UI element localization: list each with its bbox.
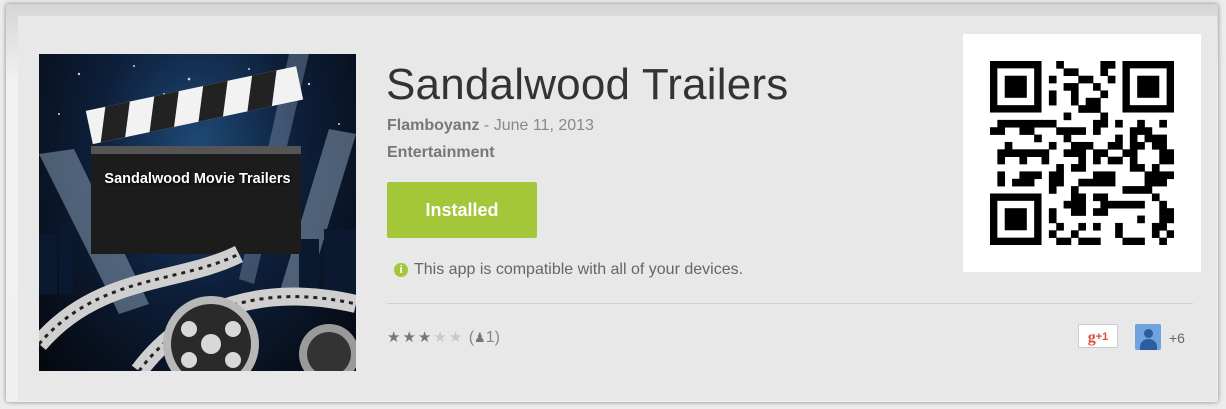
info-icon: i [394,263,408,277]
release-date: June 11, 2013 [493,117,594,134]
meta-separator: - [479,117,494,134]
google-plus-one-label: +1 [1095,331,1109,343]
star-icon: ★ [402,329,418,346]
plus-one-count[interactable]: +6 [1169,330,1185,346]
rating-count: 1 [485,329,495,346]
app-details-card: Sandalwood Movie Trailers Sandalwood Tra… [18,16,1217,401]
divider [387,303,1193,304]
compatibility-text: This app is compatible with all of your … [414,261,744,278]
window-frame: Sandalwood Movie Trailers Sandalwood Tra… [6,4,1218,402]
compatibility-note: i This app is compatible with all of your… [394,261,743,279]
rating-close-paren: ) [494,329,500,346]
qr-code-icon [990,61,1174,245]
app-meta: Flamboyanz - June 11, 2013 [387,117,594,135]
avatar[interactable] [1135,324,1161,350]
google-plus-g-icon: g [1087,329,1096,346]
avatar-body [1140,339,1157,350]
developer-link[interactable]: Flamboyanz [387,117,479,134]
app-icon-caption: Sandalwood Movie Trailers [104,171,291,187]
person-icon: ♟ [474,330,486,345]
rating-summary: ★★★★★ (♟1) [387,328,500,347]
google-plus-one-button[interactable]: g+1 [1078,324,1118,348]
star-icon: ★ [417,329,434,346]
app-title: Sandalwood Trailers [386,60,789,109]
category-link[interactable]: Entertainment [387,144,495,162]
avatar-head [1144,329,1153,338]
installed-button[interactable]: Installed [387,182,537,238]
star-icon: ★ [387,329,403,346]
qr-code [963,34,1201,272]
star-empty-icon: ★ [448,329,465,346]
clapperboard-icon [39,54,356,371]
star-empty-icon: ★ [433,329,449,346]
app-icon: Sandalwood Movie Trailers [39,54,356,371]
